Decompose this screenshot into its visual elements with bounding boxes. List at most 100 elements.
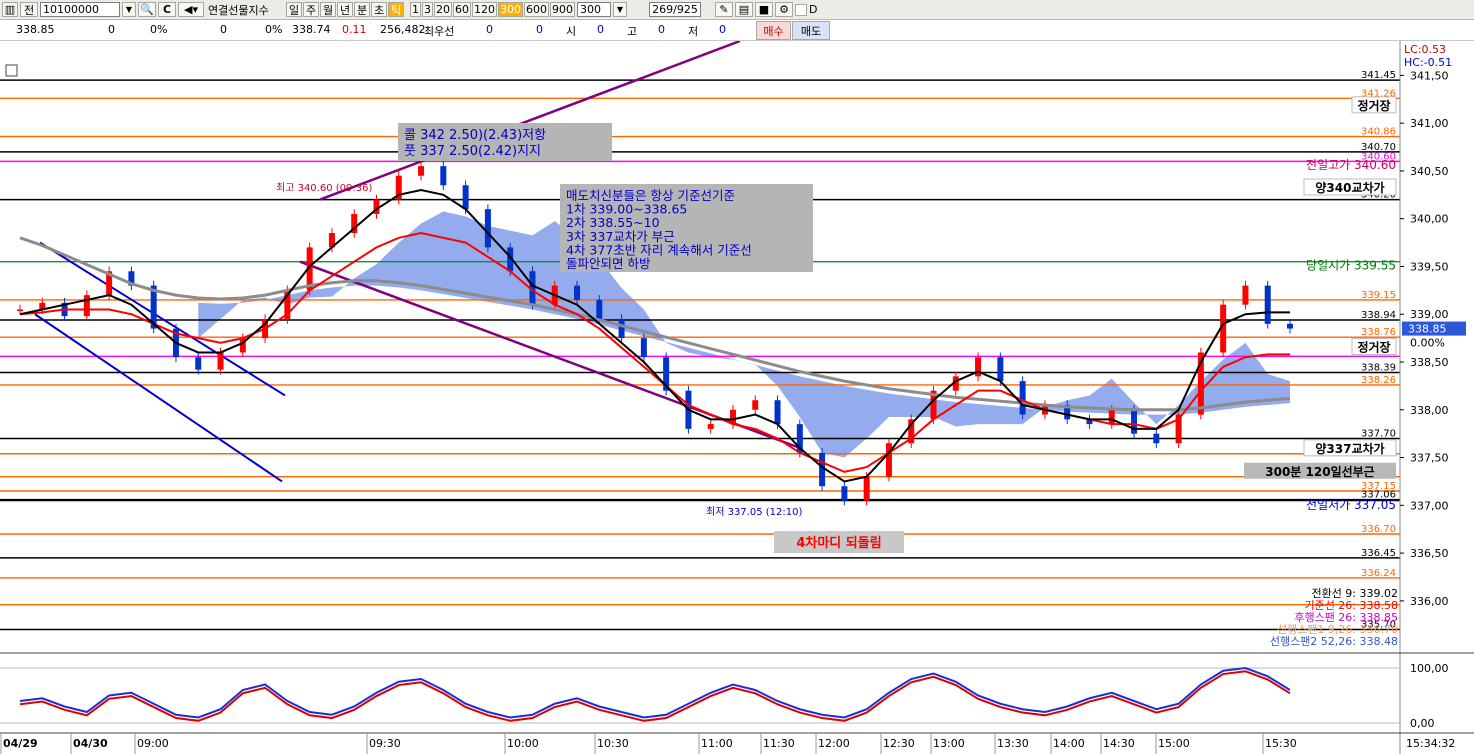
x-tick-label: 12:30 [883, 737, 915, 750]
best-value-2: 0 [536, 23, 543, 36]
candle-body [440, 166, 447, 186]
x-tick-label: 15:30 [1265, 737, 1297, 750]
period-tab-1[interactable]: 주 [303, 2, 319, 17]
y-tick-label: 337,50 [1410, 452, 1449, 465]
price-chart[interactable]: 341.45341.26340.86340.70340.60340.20339.… [0, 41, 1474, 754]
y-tick-label: 336,50 [1410, 547, 1449, 560]
candle-body [707, 424, 714, 429]
interval-input[interactable]: 300 [577, 2, 611, 17]
instrument-name: 연결선물지수 [208, 3, 269, 17]
x-tick-label: 04/29 [3, 737, 38, 750]
mode-button[interactable]: 전 [20, 2, 38, 17]
candle-body [618, 319, 625, 339]
change-pct-2: 0% [265, 23, 283, 36]
level-label: 340.86 [1361, 127, 1396, 138]
level-label: 341.45 [1361, 70, 1396, 81]
candle-body [17, 309, 23, 311]
print-icon[interactable]: ▤ [735, 2, 753, 17]
interval-tab-20[interactable]: 20 [434, 2, 452, 17]
candle-body [83, 295, 90, 317]
level-label: 336.45 [1361, 548, 1396, 559]
x-tick-label: 04/30 [73, 737, 108, 750]
interval-tab-60[interactable]: 60 [453, 2, 471, 17]
candle-body [774, 400, 781, 425]
right-annotation: 양337교차가 [1315, 441, 1384, 456]
candle-body [574, 285, 581, 300]
candle-body [1131, 409, 1138, 434]
interval-tab-120[interactable]: 120 [472, 2, 497, 17]
x-tick-label: 11:30 [763, 737, 795, 750]
candle-body [885, 443, 892, 477]
volume: 256,482 [380, 23, 426, 36]
y-tick-label: 340,50 [1410, 165, 1449, 178]
callput-line-2: 풋 337 2.50(2.42)지지 [404, 144, 541, 159]
change-3: 0.11 [342, 23, 367, 36]
save-icon[interactable]: ■ [755, 2, 773, 17]
y-tick-label: 339,00 [1410, 308, 1449, 321]
gear-icon[interactable]: ⚙ [775, 2, 793, 17]
period-tab-5[interactable]: 초 [371, 2, 387, 17]
candle-body [1019, 381, 1026, 415]
candle-body [1264, 285, 1271, 324]
candle-body [640, 338, 647, 358]
current-price: 338.85 [16, 23, 55, 36]
x-tick-label: 10:00 [507, 737, 539, 750]
open-value: 0 [597, 23, 604, 36]
speaker-icon[interactable]: ◀▾ [178, 2, 204, 17]
candle-body [1242, 285, 1249, 305]
c-button[interactable]: C [158, 2, 176, 17]
sell-note-line: 돌파안되면 하방 [566, 256, 651, 271]
x-tick-label: 14:00 [1053, 737, 1085, 750]
candle-body [752, 400, 759, 410]
buy-button[interactable]: 매수 [756, 21, 791, 40]
osc-tick-label: 100,00 [1410, 662, 1449, 675]
level-label: 338.94 [1361, 310, 1396, 321]
candle-body [841, 486, 848, 501]
interval-tab-3[interactable]: 3 [422, 2, 433, 17]
candle-body [596, 299, 603, 320]
candle-body [997, 357, 1004, 382]
candle-body [484, 209, 491, 248]
candle-body [863, 476, 870, 501]
candle-body [217, 352, 224, 370]
callput-line-1: 콜 342 2.50)(2.43)저항 [404, 128, 546, 143]
level-label: 338.76 [1361, 327, 1396, 338]
period-tab-4[interactable]: 분 [354, 2, 370, 17]
y-tick-label: 341,50 [1410, 69, 1449, 82]
x-tick-label: 14:30 [1103, 737, 1135, 750]
x-tick-label: 15:00 [1158, 737, 1190, 750]
price-2: 338.74 [292, 23, 331, 36]
period-tab-0[interactable]: 일 [286, 2, 302, 17]
d-checkbox[interactable] [795, 3, 807, 16]
level-label: 336.24 [1361, 568, 1396, 579]
period-tab-3[interactable]: 년 [337, 2, 353, 17]
x-tick-label: 09:30 [369, 737, 401, 750]
current-price-label: 338.85 [1408, 323, 1447, 336]
chevron-down-icon[interactable]: ▼ [613, 2, 627, 17]
sell-button[interactable]: 매도 [792, 21, 830, 40]
y-tick-label: 337,00 [1410, 499, 1449, 512]
level-label: 338.39 [1361, 363, 1396, 374]
y-tick-label: 339,50 [1410, 260, 1449, 273]
search-icon[interactable]: 🔍 [138, 2, 156, 17]
chart-type-icon[interactable]: ▥ [2, 2, 18, 17]
right-annotation: 300분 120일선부근 [1265, 464, 1374, 479]
period-tabs: 일주월년분초틱 [286, 2, 404, 17]
code-input[interactable]: 10100000 [40, 2, 120, 17]
draw-tool-icon[interactable]: ✎ [715, 2, 733, 17]
period-tab-2[interactable]: 월 [320, 2, 336, 17]
y-tick-label: 338,00 [1410, 404, 1449, 417]
y-tick-label: 340,00 [1410, 213, 1449, 226]
interval-tab-300[interactable]: 300 [498, 2, 523, 17]
change-value-2: 0 [220, 23, 227, 36]
level-label: 336.70 [1361, 524, 1396, 535]
interval-tab-600[interactable]: 600 [524, 2, 549, 17]
low-label: 저 [688, 25, 699, 38]
interval-tab-900[interactable]: 900 [550, 2, 575, 17]
right-annotation: 양340교차가 [1315, 180, 1384, 195]
period-tab-6[interactable]: 틱 [388, 2, 404, 17]
chevron-down-icon[interactable]: ▼ [122, 2, 136, 17]
interval-tab-1[interactable]: 1 [410, 2, 421, 17]
candle-body [195, 357, 202, 370]
d-checkbox-label: D [809, 3, 818, 16]
